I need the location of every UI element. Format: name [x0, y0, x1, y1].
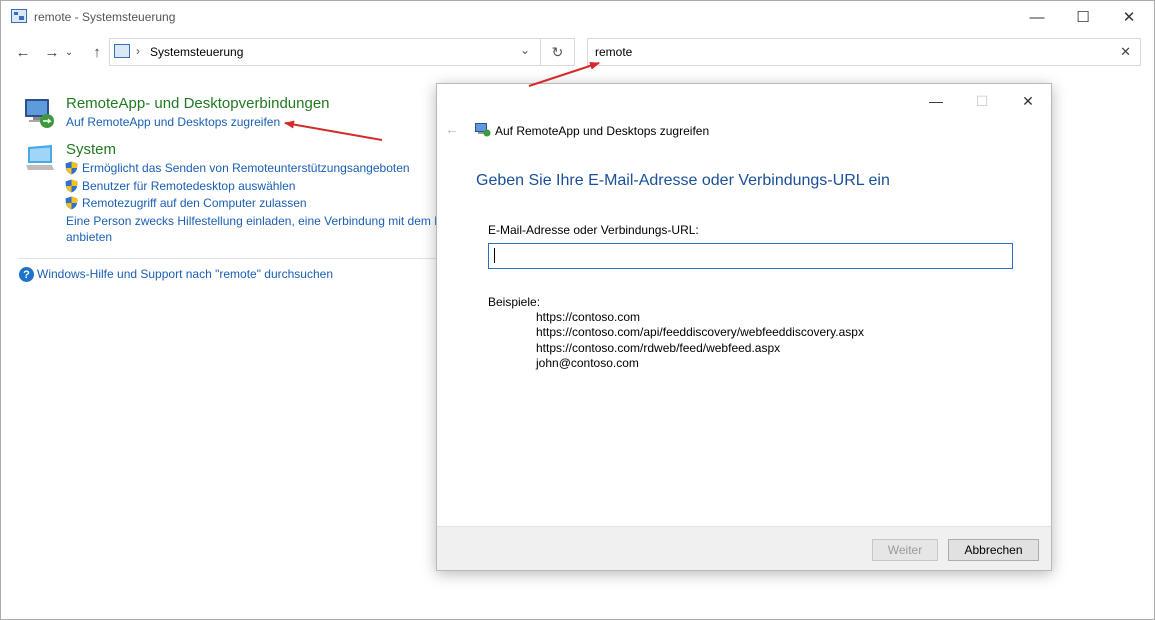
help-icon: ?	[19, 267, 34, 282]
dialog-footer: Weiter Abbrechen	[437, 526, 1051, 570]
control-panel-icon	[11, 9, 27, 23]
breadcrumb-systemsteuerung[interactable]: Systemsteuerung	[150, 45, 243, 59]
search-box[interactable]: remote ✕	[587, 38, 1141, 66]
search-input[interactable]: remote	[595, 45, 632, 59]
clear-search-button[interactable]: ✕	[1120, 44, 1131, 60]
breadcrumb-separator: ›	[136, 44, 140, 58]
windows-help-search-link[interactable]: Windows-Hilfe und Support nach "remote" …	[37, 267, 333, 281]
example-item: https://contoso.com	[536, 310, 641, 324]
example-item: john@contoso.com	[536, 356, 639, 370]
dialog-app-title: Auf RemoteApp und Desktops zugreifen	[495, 124, 710, 138]
control-panel-icon	[114, 44, 130, 58]
arrow-to-remoteapp-link	[284, 120, 383, 141]
minimize-button[interactable]: —	[1014, 1, 1060, 33]
remoteapp-access-link[interactable]: Auf RemoteApp und Desktops zugreifen	[66, 115, 280, 129]
divider	[19, 258, 439, 259]
remoteapp-access-dialog: — ☐ ✕ ← Auf RemoteApp und Desktops zugre…	[436, 83, 1052, 571]
remoteapp-connections-icon	[25, 99, 54, 128]
connection-url-label: E-Mail-Adresse oder Verbindungs-URL:	[488, 223, 699, 237]
uac-shield-icon	[65, 179, 78, 193]
dialog-maximize-button: ☐	[975, 92, 989, 109]
text-caret	[494, 248, 495, 263]
uac-shield-icon	[65, 196, 78, 210]
chevron-down-icon[interactable]: ⌄	[520, 43, 530, 57]
invite-help-link[interactable]: Eine Person zwecks Hilfestellung einlade…	[66, 214, 451, 228]
title-bar: remote - Systemsteuerung — ☐ ✕	[1, 1, 1154, 33]
examples-label: Beispiele:	[488, 295, 541, 309]
example-item: https://contoso.com/rdweb/feed/webfeed.a…	[536, 341, 781, 355]
address-bar[interactable]: › Systemsteuerung ⌄	[109, 38, 541, 66]
dialog-back-button: ←	[445, 121, 459, 137]
select-remote-users-link[interactable]: Benutzer für Remotedesktop auswählen	[82, 179, 295, 193]
close-button[interactable]: ✕	[1106, 1, 1152, 33]
control-panel-window: remote - Systemsteuerung — ☐ ✕ ← → ⌄ ↑ ›…	[0, 0, 1155, 620]
up-button[interactable]: ↑	[86, 41, 108, 63]
remoteapp-connections-icon	[475, 123, 491, 137]
allow-remote-access-link[interactable]: Remotezugriff auf den Computer zulassen	[82, 196, 307, 210]
dialog-close-button[interactable]: ✕	[1005, 88, 1051, 114]
system-category-title[interactable]: System	[66, 141, 116, 158]
refresh-button[interactable]: ↻	[541, 38, 575, 66]
connection-url-input[interactable]	[488, 243, 1013, 269]
forward-button[interactable]: →	[41, 41, 63, 63]
dialog-minimize-button[interactable]: —	[913, 88, 959, 114]
window-title: remote - Systemsteuerung	[34, 10, 176, 24]
example-item: https://contoso.com/api/feeddiscovery/we…	[536, 325, 864, 339]
invite-help-link-continued[interactable]: anbieten	[66, 230, 112, 244]
system-icon	[26, 145, 54, 170]
remoteapp-category-title[interactable]: RemoteApp- und Desktopverbindungen	[66, 95, 330, 112]
next-button: Weiter	[872, 539, 938, 561]
cancel-button[interactable]: Abbrechen	[948, 539, 1039, 561]
back-button[interactable]: ←	[12, 41, 34, 63]
uac-shield-icon	[65, 161, 78, 175]
recent-locations-dropdown[interactable]: ⌄	[63, 41, 75, 63]
maximize-button[interactable]: ☐	[1060, 1, 1106, 33]
remote-assistance-offers-link[interactable]: Ermöglicht das Senden von Remoteunterstü…	[82, 161, 410, 175]
dialog-heading: Geben Sie Ihre E-Mail-Adresse oder Verbi…	[476, 172, 890, 189]
